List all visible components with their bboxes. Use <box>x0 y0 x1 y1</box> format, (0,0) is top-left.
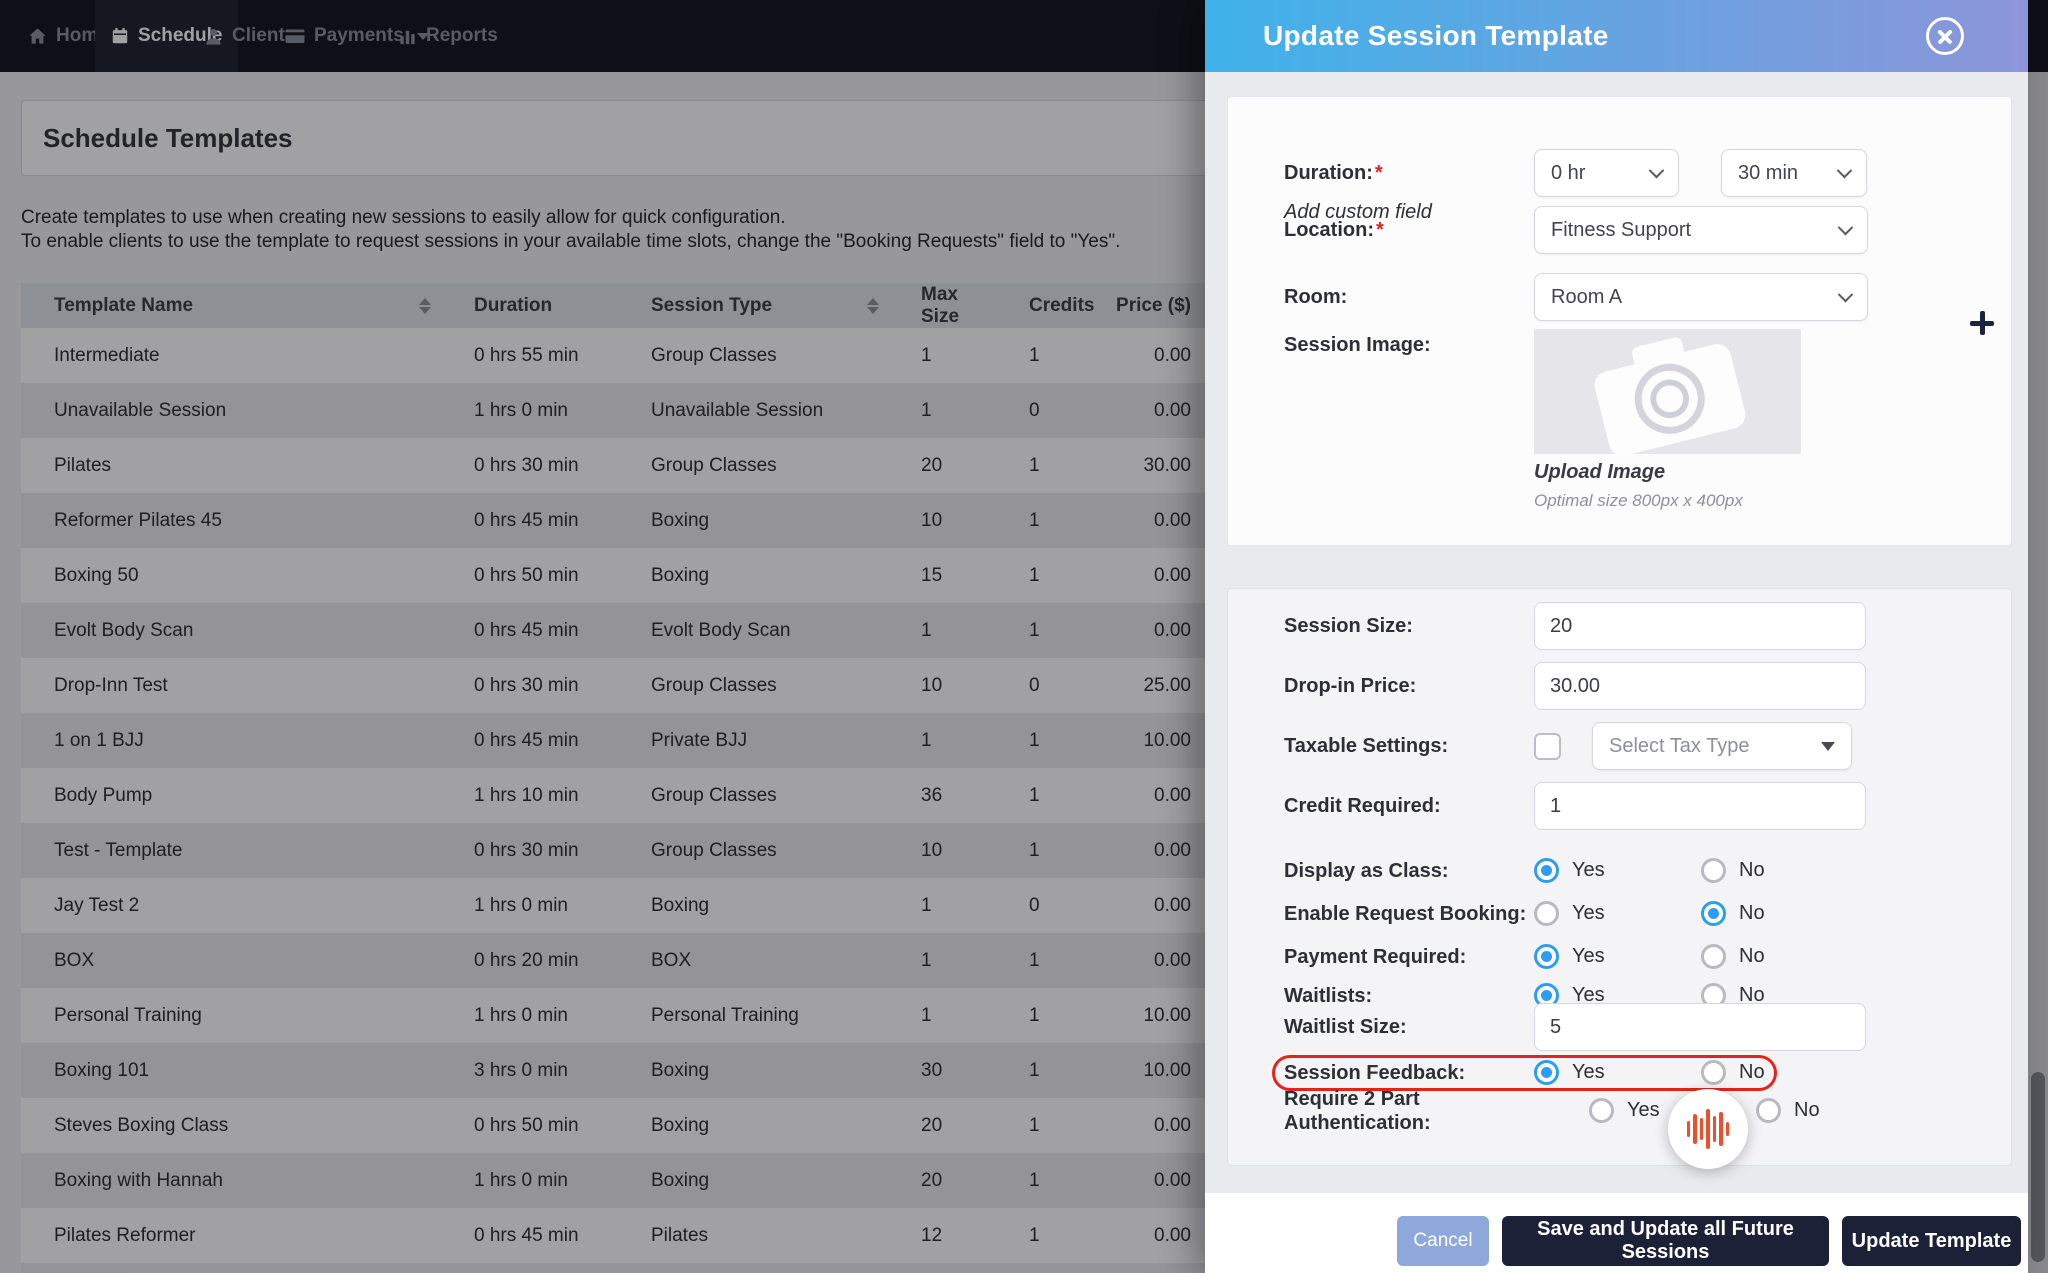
upload-image-link[interactable]: Upload Image <box>1534 461 1665 484</box>
room-select[interactable]: Room A <box>1534 273 1868 321</box>
drop-in-price-row: Drop-in Price: <box>1284 662 1866 710</box>
display-as-class-no-radio[interactable] <box>1701 858 1726 883</box>
session-feedback-no-radio[interactable] <box>1701 1060 1726 1085</box>
waitlist-size-row: Waitlist Size: <box>1284 1003 1866 1051</box>
two-part-auth-yes-radio[interactable] <box>1589 1098 1614 1123</box>
template-details-card: Add custom field Duration:* 0 hr 30 min … <box>1227 96 2012 546</box>
update-session-template-modal: Update Session Template Add custom field… <box>1205 0 2028 1273</box>
two-part-auth-label-row: Require 2 Part Authentication: <box>1284 1087 1534 1135</box>
yes-label: Yes <box>1572 902 1701 925</box>
app-root: HomeScheduleClientsPaymentsReports Sched… <box>0 0 2048 1273</box>
required-asterisk: * <box>1375 162 1383 184</box>
payment-required-no-radio[interactable] <box>1701 944 1726 969</box>
location-label: Location: <box>1284 219 1374 241</box>
modal-header: Update Session Template <box>1205 0 2028 72</box>
enable-request-booking-no-radio[interactable] <box>1701 901 1726 926</box>
location-row: Location:* Fitness Support <box>1284 206 1868 254</box>
taxable-checkbox[interactable] <box>1534 733 1561 760</box>
taxable-settings-label: Taxable Settings: <box>1284 734 1534 758</box>
credit-required-input[interactable] <box>1534 782 1866 830</box>
no-label: No <box>1739 945 1765 968</box>
two-part-auth-no-radio[interactable] <box>1756 1098 1781 1123</box>
credit-required-row: Credit Required: <box>1284 782 1866 830</box>
two-part-auth-label-line1: Require 2 Part <box>1284 1088 1420 1110</box>
session-feedback-label: Session Feedback: <box>1284 1061 1534 1085</box>
drop-in-price-input[interactable] <box>1534 662 1866 710</box>
session-image-row: Session Image: <box>1284 333 1534 357</box>
location-select[interactable]: Fitness Support <box>1534 206 1868 254</box>
two-part-auth-label-line2: Authentication: <box>1284 1112 1431 1134</box>
taxable-settings-row: Taxable Settings: Select Tax Type <box>1284 722 1852 770</box>
yes-label: Yes <box>1572 945 1701 968</box>
dropdown-triangle-icon <box>1821 742 1835 751</box>
session-feedback-yes-radio[interactable] <box>1534 1060 1559 1085</box>
enable-request-booking-row: Enable Request Booking: Yes No <box>1284 901 1765 926</box>
no-label: No <box>1739 859 1765 882</box>
no-label: No <box>1739 902 1765 925</box>
display-as-class-label: Display as Class: <box>1284 859 1534 883</box>
session-size-row: Session Size: <box>1284 602 1866 650</box>
duration-label: Duration: <box>1284 162 1373 184</box>
session-feedback-row: Session Feedback: Yes No <box>1284 1060 1765 1085</box>
loading-spinner <box>1668 1089 1748 1169</box>
drop-in-price-label: Drop-in Price: <box>1284 674 1534 698</box>
session-settings-card: Session Size: Drop-in Price: Taxable Set… <box>1227 588 2012 1166</box>
session-size-input[interactable] <box>1534 602 1866 650</box>
modal-footer: Cancel Save and Update all Future Sessio… <box>1205 1193 2028 1273</box>
display-as-class-row: Display as Class: Yes No <box>1284 858 1765 883</box>
payment-required-row: Payment Required: Yes No <box>1284 944 1765 969</box>
tax-type-select[interactable]: Select Tax Type <box>1592 722 1852 770</box>
add-location-button[interactable] <box>1970 311 1994 335</box>
duration-minutes-select[interactable]: 30 min <box>1721 149 1867 197</box>
session-image-label: Session Image: <box>1284 333 1534 357</box>
save-all-future-sessions-button[interactable]: Save and Update all Future Sessions <box>1502 1216 1829 1266</box>
close-icon <box>1937 28 1953 44</box>
duration-hours-select[interactable]: 0 hr <box>1534 149 1679 197</box>
session-size-label: Session Size: <box>1284 614 1534 638</box>
session-image-placeholder[interactable] <box>1534 329 1801 454</box>
room-label: Room: <box>1284 285 1534 309</box>
update-template-button[interactable]: Update Template <box>1842 1216 2021 1266</box>
close-button[interactable] <box>1926 17 1964 55</box>
enable-request-booking-yes-radio[interactable] <box>1534 901 1559 926</box>
chevron-down-icon <box>1838 286 1854 302</box>
waitlist-size-input[interactable] <box>1534 1003 1866 1051</box>
enable-request-booking-label: Enable Request Booking: <box>1284 902 1534 926</box>
payment-required-yes-radio[interactable] <box>1534 944 1559 969</box>
chevron-down-icon <box>1838 219 1854 235</box>
room-row: Room: Room A <box>1284 273 1868 321</box>
upload-image-hint: Optimal size 800px x 400px <box>1534 491 1743 511</box>
chevron-down-icon <box>1649 162 1665 178</box>
credit-required-label: Credit Required: <box>1284 794 1534 818</box>
yes-label: Yes <box>1572 859 1701 882</box>
waitlist-size-label: Waitlist Size: <box>1284 1015 1534 1039</box>
display-as-class-yes-radio[interactable] <box>1534 858 1559 883</box>
chevron-down-icon <box>1837 162 1853 178</box>
required-asterisk: * <box>1376 219 1384 241</box>
cancel-button[interactable]: Cancel <box>1397 1216 1489 1266</box>
modal-title: Update Session Template <box>1263 20 1609 52</box>
payment-required-label: Payment Required: <box>1284 945 1534 969</box>
camera-icon <box>1576 318 1758 465</box>
duration-row: Duration:* 0 hr 30 min <box>1284 149 1867 197</box>
